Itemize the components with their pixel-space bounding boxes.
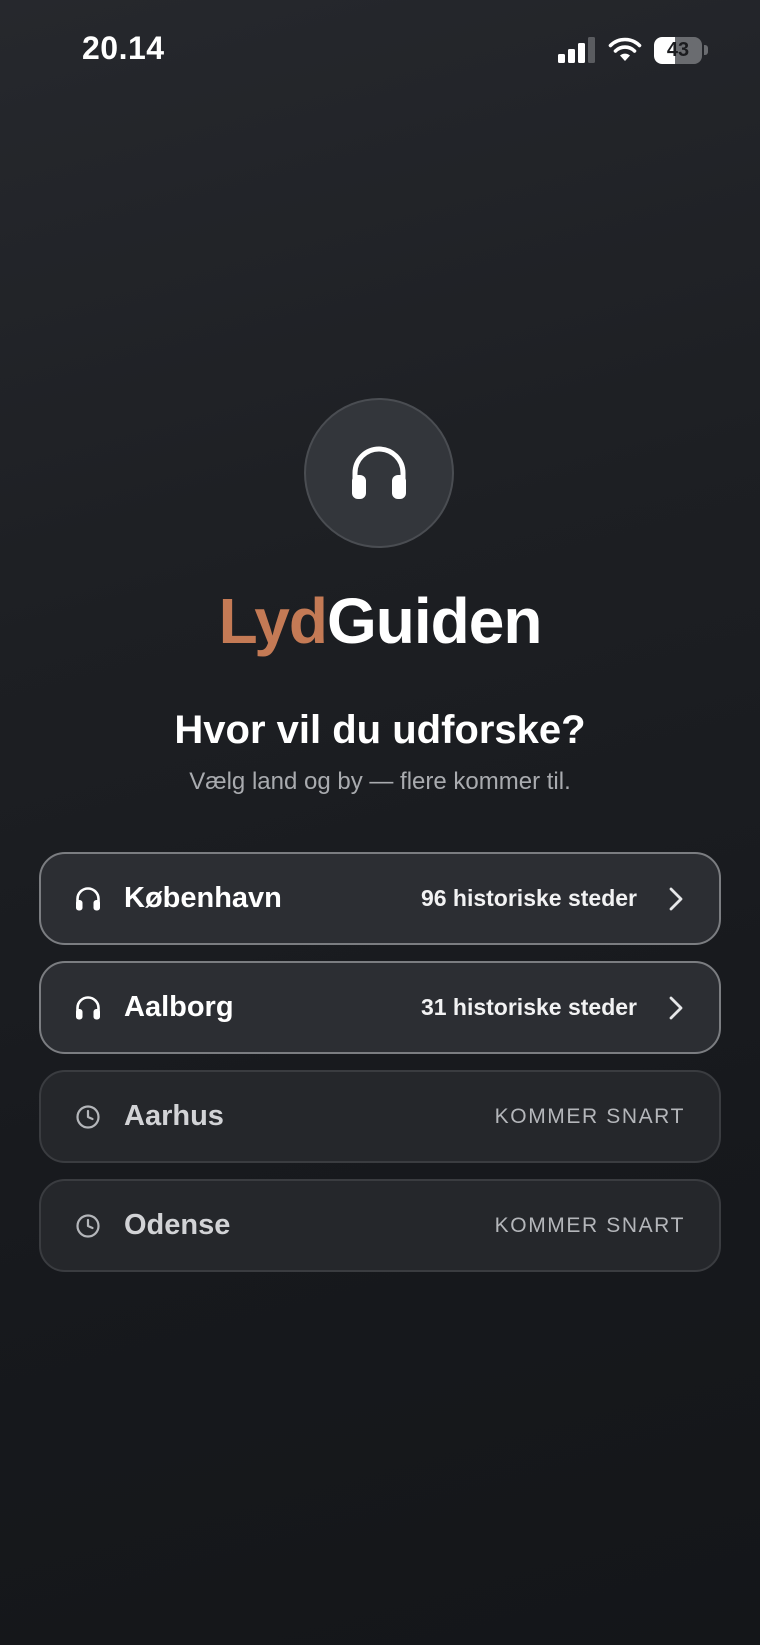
- city-item-odense: Odense KOMMER SNART: [39, 1179, 721, 1272]
- city-place-count: 96 historiske steder: [420, 885, 637, 911]
- app-title-accent: Lyd: [218, 585, 328, 657]
- city-name: Aarhus: [124, 1100, 224, 1132]
- clock-icon: [76, 1213, 100, 1238]
- page-heading: Hvor vil du udforske?: [174, 708, 586, 752]
- battery-percent: 43: [666, 38, 690, 61]
- coming-soon-label: KOMMER SNART: [494, 1213, 685, 1237]
- app-title-main: Guiden: [326, 585, 542, 657]
- city-place-count: 31 historiske steder: [420, 994, 637, 1020]
- city-item-kobenhavn[interactable]: København 96 historiske steder: [39, 852, 721, 945]
- headphones-icon: [76, 886, 100, 910]
- battery-indicator: 43: [654, 36, 708, 64]
- city-item-aarhus: Aarhus KOMMER SNART: [39, 1070, 721, 1163]
- page-subheading: Vælg land og by — flere kommer til.: [189, 768, 571, 795]
- cellular-signal-icon: [558, 37, 595, 63]
- headphones-icon: [76, 995, 100, 1019]
- clock-icon: [76, 1104, 100, 1129]
- city-name: Odense: [124, 1209, 231, 1241]
- city-list: København 96 historiske steder Aalborg 3…: [39, 852, 721, 1288]
- status-bar: 20.14 43: [0, 0, 760, 100]
- app-title: LydGuiden: [0, 584, 760, 658]
- coming-soon-label: KOMMER SNART: [494, 1104, 685, 1128]
- app-logo: [304, 398, 454, 548]
- chevron-right-icon: [669, 887, 683, 910]
- battery-tip: [704, 45, 708, 55]
- chevron-right-icon: [669, 996, 683, 1019]
- city-name: København: [124, 882, 282, 914]
- status-time: 20.14: [82, 30, 165, 66]
- status-indicators: 43: [558, 35, 708, 65]
- city-item-aalborg[interactable]: Aalborg 31 historiske steder: [39, 961, 721, 1054]
- city-name: Aalborg: [124, 991, 234, 1023]
- headphones-icon: [352, 446, 406, 499]
- wifi-icon: [608, 37, 642, 61]
